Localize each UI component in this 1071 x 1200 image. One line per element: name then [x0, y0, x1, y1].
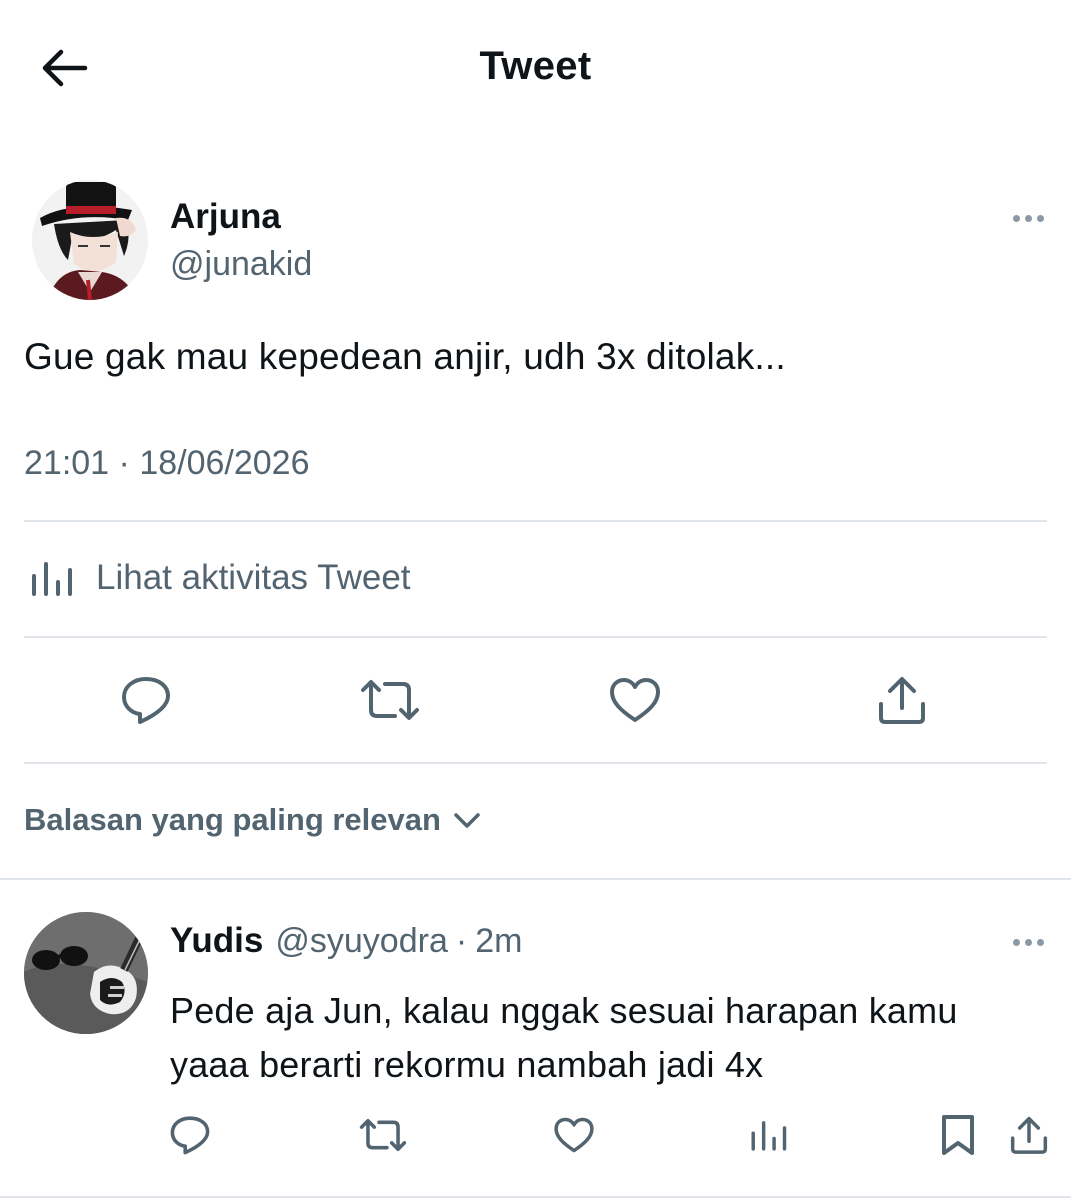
- author-handle[interactable]: @junakid: [170, 245, 312, 284]
- tweet-activity-link[interactable]: Lihat aktivitas Tweet: [28, 558, 411, 598]
- more-options-icon[interactable]: [1013, 208, 1044, 228]
- divider: [24, 762, 1047, 764]
- reply-views-button[interactable]: [744, 1112, 792, 1158]
- author-avatar[interactable]: [32, 180, 148, 300]
- reply-header: Yudis @syuyodra · 2m: [170, 921, 522, 961]
- tweet-date: 18/06/2026: [139, 444, 310, 482]
- like-icon: [554, 1117, 594, 1153]
- section-divider: [0, 878, 1071, 880]
- views-icon: [751, 1121, 787, 1151]
- avatar-image: [24, 912, 148, 1034]
- divider: [24, 520, 1047, 522]
- reply-retweet-button[interactable]: [356, 1112, 410, 1158]
- replies-sort-label: Balasan yang paling relevan: [24, 802, 441, 837]
- author-name[interactable]: Arjuna: [170, 197, 281, 237]
- avatar-image: [32, 180, 148, 300]
- reply-text-line: yaaa berarti rekormu nambah jadi 4x: [170, 1044, 764, 1085]
- reply-reply-button[interactable]: [166, 1112, 214, 1158]
- retweet-icon: [361, 680, 419, 720]
- tweet-detail-page: Tweet Arjuna @junakid Gue gak mau kepede…: [0, 0, 1071, 1200]
- reply-avatar[interactable]: [24, 912, 148, 1034]
- reply-time[interactable]: 2m: [475, 922, 522, 961]
- dot: [1037, 214, 1044, 222]
- reply-separator: ·: [455, 922, 468, 960]
- reply-like-button[interactable]: [550, 1112, 598, 1158]
- reply-bookmark-button[interactable]: [934, 1110, 982, 1160]
- dot: [1013, 214, 1020, 222]
- reply-text: Pede aja Jun, kalau nggak sesuai harapan…: [170, 984, 1030, 1092]
- reply-author-handle[interactable]: @syuyodra: [275, 922, 447, 961]
- tweet-text: Gue gak mau kepedean anjir, udh 3x ditol…: [24, 336, 786, 377]
- tweet-time: 21:01: [24, 444, 110, 482]
- reply-icon: [122, 677, 170, 724]
- activity-label: Lihat aktivitas Tweet: [96, 558, 411, 597]
- reply-share-button[interactable]: [1004, 1110, 1054, 1160]
- dot: [1025, 214, 1032, 222]
- meta-separator: ·: [109, 444, 140, 482]
- divider: [24, 636, 1047, 638]
- reply-button[interactable]: [118, 672, 174, 728]
- retweet-icon: [359, 1118, 407, 1152]
- bookmark-icon: [942, 1115, 974, 1155]
- chevron-down-icon: [454, 813, 480, 828]
- dot: [1037, 938, 1044, 946]
- share-button[interactable]: [872, 672, 932, 728]
- share-icon: [1010, 1116, 1048, 1154]
- dot: [1013, 938, 1020, 946]
- page-title: Tweet: [479, 44, 592, 88]
- tweet-timestamp[interactable]: 21:01 · 18/06/2026: [24, 444, 309, 483]
- like-button[interactable]: [606, 672, 664, 728]
- share-icon: [879, 677, 925, 724]
- reply-author-name[interactable]: Yudis: [170, 921, 263, 961]
- replies-sort-dropdown[interactable]: Balasan yang paling relevan: [24, 802, 481, 838]
- like-icon: [610, 678, 660, 722]
- bottom-divider: [0, 1196, 1071, 1198]
- reply-icon: [170, 1116, 210, 1155]
- retweet-button[interactable]: [358, 672, 422, 728]
- reply-more-options-icon[interactable]: [1013, 932, 1044, 952]
- reply-text-line: Pede aja Jun, kalau nggak sesuai harapan…: [170, 990, 958, 1031]
- dot: [1025, 938, 1032, 946]
- analytics-icon: [32, 562, 72, 596]
